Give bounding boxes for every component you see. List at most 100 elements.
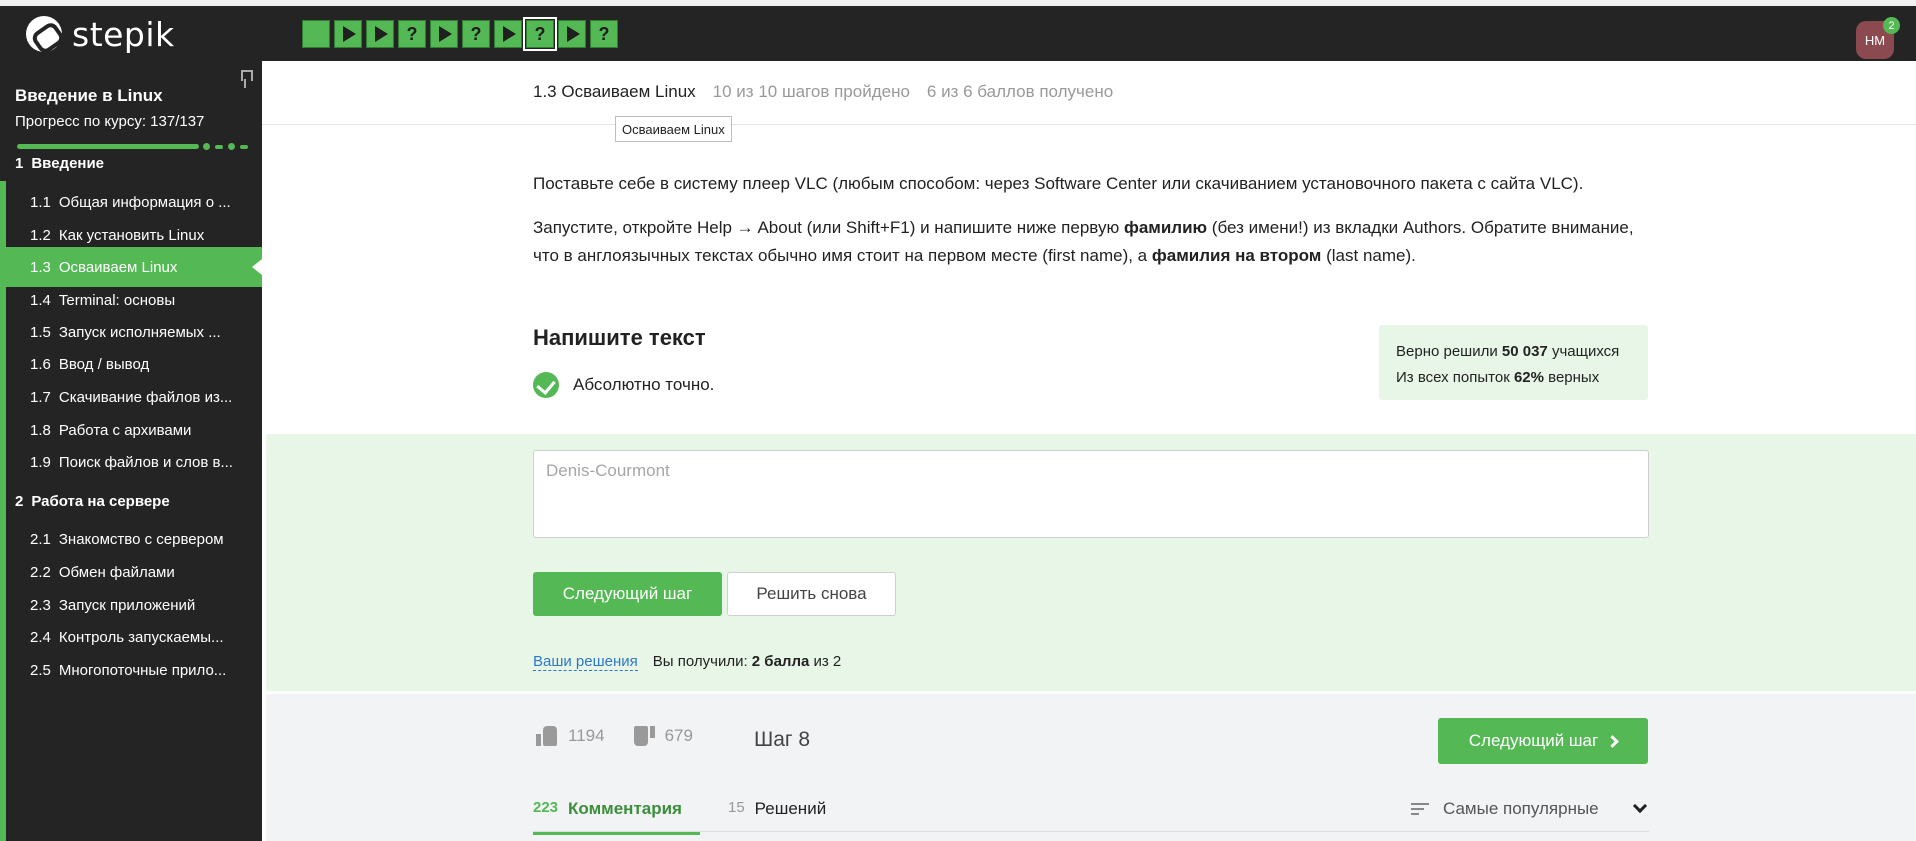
- section-title: Введение: [31, 155, 105, 172]
- chevron-down-icon: [1632, 798, 1647, 814]
- sort-label: Самые популярные: [1443, 799, 1599, 818]
- tab-comments[interactable]: 223 Комментария: [533, 799, 700, 835]
- step-number: Шаг 8: [754, 728, 811, 751]
- stats-solved: Верно решили 50 037 учащихся: [1396, 343, 1620, 360]
- lesson-title: Общая информация о ...: [58, 193, 231, 211]
- text-bold: фамилию: [1123, 218, 1208, 237]
- tabs-divider: [533, 831, 1649, 832]
- play-icon: [439, 26, 452, 42]
- next-step-button[interactable]: Следующий шаг: [533, 572, 722, 616]
- sidebar-section[interactable]: 1 Введение: [15, 155, 104, 172]
- header-divider: [262, 124, 1916, 125]
- progress-dots: [203, 143, 248, 150]
- stepik-logo-icon: [26, 16, 62, 52]
- lesson-title: Поиск файлов и слов в...: [58, 453, 233, 471]
- play-icon: [503, 26, 516, 42]
- solution-row: Ваши решения Вы получили: 2 балла из 2: [533, 653, 841, 671]
- lesson-title: Контроль запускаемы...: [58, 628, 224, 646]
- footer-next-label: Следующий шаг: [1468, 731, 1599, 750]
- step-navigation: ????: [302, 17, 618, 51]
- solve-stats: Верно решили 50 037 учащихся Из всех поп…: [1379, 325, 1648, 400]
- step-video-button[interactable]: [366, 20, 394, 48]
- lesson-number: 2.3: [30, 596, 51, 614]
- tab-solutions[interactable]: 15 Решений: [728, 799, 826, 835]
- lesson-number: 1.2: [30, 226, 51, 244]
- tab-count: 223: [533, 799, 559, 816]
- solve-again-button[interactable]: Решить снова: [727, 572, 896, 616]
- lesson-number: 1.5: [30, 323, 51, 341]
- thumbs-down-icon[interactable]: [633, 726, 655, 746]
- step-quiz-button[interactable]: ?: [590, 20, 618, 48]
- lesson-number: 1.9: [30, 453, 51, 471]
- sort-dropdown[interactable]: Самые популярные: [1411, 798, 1647, 819]
- step-video-button[interactable]: [558, 20, 586, 48]
- sidebar-lesson-item[interactable]: 2.5 Многопоточные прило...: [6, 650, 262, 690]
- tab-label: Комментария: [568, 799, 682, 818]
- dislikes-count: 679: [664, 726, 693, 745]
- step-quiz-button[interactable]: ?: [523, 17, 557, 51]
- stepik-logo[interactable]: stepik: [26, 14, 175, 54]
- points-earned: 6 из 6 баллов получено: [926, 82, 1114, 101]
- lesson-number: 1.1: [30, 193, 51, 211]
- lesson-number: 2.1: [30, 530, 51, 548]
- step-video-button[interactable]: [494, 20, 522, 48]
- tab-label: Решений: [754, 799, 827, 818]
- lesson-number: 2.5: [30, 661, 51, 679]
- lesson-number: 2.4: [30, 628, 51, 646]
- lesson-title: Ввод / вывод: [58, 355, 150, 373]
- course-progress-label: Прогресс по курсу: 137/137: [15, 113, 205, 130]
- course-title[interactable]: Введение в Linux: [15, 86, 163, 106]
- top-navbar: stepik ???? НМ 2: [0, 6, 1916, 61]
- play-icon: [375, 26, 388, 42]
- text-part: Запустите, откройте Help → About (или Sh…: [533, 218, 1124, 237]
- lesson-number: 1.7: [30, 388, 51, 406]
- course-progress-bar: [17, 144, 199, 149]
- sidebar-lesson-item[interactable]: 1.9 Поиск файлов и слов в...: [6, 442, 262, 482]
- section-number: 2: [15, 493, 24, 510]
- text-part: (last name).: [1321, 246, 1416, 265]
- sort-icon: [1411, 803, 1429, 815]
- section-number: 1: [15, 155, 24, 172]
- step-text-paragraph: Поставьте себе в систему плеер VLC (любы…: [533, 174, 1584, 193]
- quiz-title: Напишите текст: [533, 325, 706, 350]
- notification-badge: 2: [1883, 17, 1900, 34]
- tab-count: 15: [727, 799, 745, 816]
- thumbs-up-icon[interactable]: [536, 726, 558, 746]
- step-text-paragraph-2: Запустите, откройте Help → About (или Sh…: [533, 214, 1653, 270]
- section-title: Работа на сервере: [31, 493, 170, 510]
- result-row: Абсолютно точно.: [533, 372, 714, 398]
- lesson-number: 1.4: [30, 291, 51, 309]
- step-text-button[interactable]: [302, 20, 330, 48]
- footer-next-step-button[interactable]: Следующий шаг: [1438, 718, 1648, 764]
- chevron-right-icon: [1606, 734, 1620, 748]
- result-text: Абсолютно точно.: [573, 375, 715, 394]
- your-solutions-link[interactable]: Ваши решения: [533, 653, 638, 671]
- discussion-tabs: 223 Комментария 15 Решений: [533, 799, 826, 835]
- course-sidebar: Введение в Linux Прогресс по курсу: 137/…: [0, 61, 262, 841]
- lesson-title: Обмен файлами: [58, 563, 175, 581]
- pin-icon[interactable]: [238, 70, 253, 88]
- sidebar-section[interactable]: 2 Работа на сервере: [15, 493, 170, 510]
- play-icon: [567, 26, 580, 42]
- answer-input[interactable]: Denis-Courmont: [533, 450, 1649, 538]
- lesson-header: 1.3 Осваиваем Linux 10 из 10 шагов пройд…: [533, 82, 1130, 102]
- step-video-button[interactable]: [430, 20, 458, 48]
- step-video-button[interactable]: [334, 20, 362, 48]
- step-quiz-button[interactable]: ?: [462, 20, 490, 48]
- lesson-number: 1.6: [30, 355, 51, 373]
- lesson-number: 1.3: [30, 258, 51, 276]
- likes-count: 1194: [568, 726, 605, 745]
- play-icon: [343, 26, 356, 42]
- lesson-name[interactable]: 1.3 Осваиваем Linux: [533, 82, 696, 102]
- steps-done: 10 из 10 шагов пройдено: [712, 82, 910, 101]
- rating-row: 1194 679: [536, 726, 693, 746]
- lesson-number: 1.8: [30, 421, 51, 439]
- lesson-title: Запуск приложений: [58, 596, 196, 614]
- text-bold: фамилия на втором: [1151, 246, 1322, 265]
- lesson-title: Осваиваем Linux: [58, 258, 178, 276]
- brand-name: stepik: [72, 14, 175, 54]
- lesson-title: Terminal: основы: [58, 291, 176, 309]
- lesson-title: Скачивание файлов из...: [58, 388, 233, 406]
- stats-attempts: Из всех попыток 62% верных: [1396, 369, 1600, 386]
- step-quiz-button[interactable]: ?: [398, 20, 426, 48]
